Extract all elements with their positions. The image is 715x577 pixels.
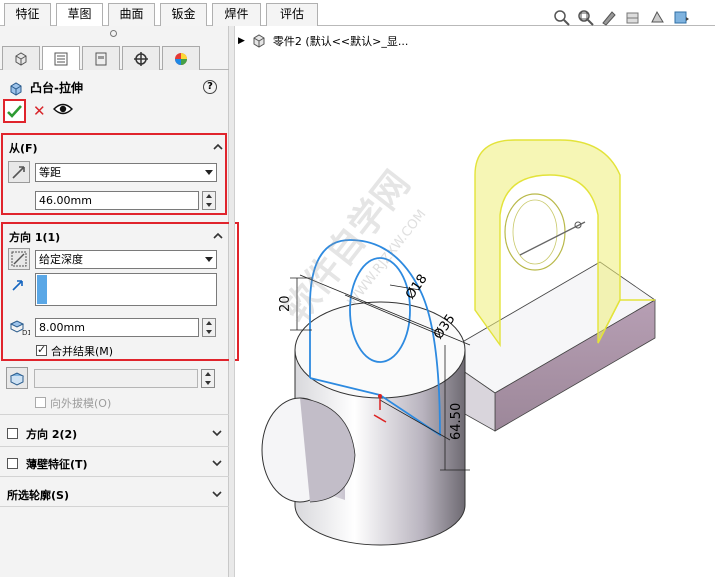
tab-feature-manager[interactable] (2, 46, 40, 70)
expand-arrow-icon[interactable]: ▶ (238, 36, 245, 46)
tab-weldments[interactable]: 焊件 (212, 3, 261, 26)
offset-value-input[interactable]: 46.00mm (35, 191, 199, 210)
view-orientation-icon[interactable] (648, 8, 667, 27)
direction2-header: 方向 2(2) (26, 428, 78, 441)
depth-icon: D1 (9, 320, 30, 336)
svg-text:D1: D1 (22, 329, 30, 336)
draft-angle-input[interactable] (34, 369, 198, 388)
tab-configuration-manager[interactable] (82, 46, 120, 70)
part-icon (253, 34, 265, 48)
property-manager-panel: 凸台-拉伸 ? ✕ 从(F) 等距 46.00mm 方向 1(1) 给定深度 D… (0, 26, 239, 577)
tab-surfaces[interactable]: 曲面 (108, 3, 155, 26)
view-toolbar (552, 8, 691, 27)
eye-icon (53, 103, 73, 115)
panel-collapse-handle[interactable] (110, 30, 117, 37)
zoom-to-fit-icon[interactable] (552, 8, 571, 27)
from-group: 从(F) 等距 46.00mm (1, 133, 227, 215)
base-plate (439, 261, 656, 432)
start-condition-select[interactable]: 等距 (35, 163, 217, 182)
appearance-icon (175, 52, 187, 65)
draft-outward-checkbox[interactable] (35, 397, 46, 408)
reverse-direction-icon[interactable] (8, 248, 30, 270)
dim-dia18[interactable]: Ø18 (403, 272, 431, 303)
depth-value-input[interactable]: 8.00mm (35, 318, 199, 337)
boss-extrude-icon (10, 81, 22, 96)
configuration-icon (95, 52, 107, 65)
tab-evaluate[interactable]: 评估 (266, 3, 318, 26)
tab-features[interactable]: 特征 (4, 3, 51, 26)
preview-button[interactable] (53, 102, 73, 119)
dim-64-50[interactable]: 64.50 (449, 403, 464, 440)
crosshair-icon (134, 51, 148, 66)
chevron-up-icon[interactable] (213, 142, 223, 152)
direction1-group: 方向 1(1) 给定深度 D1 8.00mm 合并结果(M) (1, 222, 239, 361)
tab-sketch[interactable]: 草图 (56, 3, 103, 27)
direction-selection-box[interactable] (35, 273, 217, 306)
direction-arrow-icon (12, 280, 23, 291)
thin-feature-header: 薄壁特征(T) (26, 458, 88, 471)
help-icon[interactable]: ? (203, 80, 217, 94)
panel-splitter[interactable] (229, 26, 235, 577)
tab-dimxpert[interactable] (122, 46, 160, 70)
end-condition-select[interactable]: 给定深度 (35, 250, 217, 269)
feature-tree-flyout[interactable]: ▶ 零件2 (默认<<默认>_显... (238, 33, 408, 49)
previous-view-icon[interactable] (600, 8, 619, 27)
chevron-down-icon[interactable] (212, 489, 222, 499)
display-style-icon[interactable] (672, 8, 691, 27)
merge-result-label: 合并结果(M) (51, 345, 114, 358)
selected-contours-header: 所选轮廓(S) (7, 489, 69, 502)
tab-display-manager[interactable] (162, 46, 200, 70)
property-list-icon (54, 52, 68, 65)
thin-feature-checkbox[interactable] (7, 458, 18, 469)
chevron-down-icon[interactable] (212, 458, 222, 468)
draft-angle-spinner[interactable] (201, 369, 215, 388)
tab-property-manager[interactable] (42, 46, 80, 70)
ok-button[interactable] (3, 99, 26, 123)
feature-tree-icon (15, 51, 27, 66)
chevron-down-icon[interactable] (212, 428, 222, 438)
from-group-header: 从(F) (9, 142, 38, 155)
merge-result-checkbox[interactable] (36, 343, 47, 356)
selection-indicator (37, 275, 47, 304)
tab-sheet-metal[interactable]: 钣金 (160, 3, 207, 26)
draft-outward-label: 向外拔模(O) (50, 397, 112, 410)
draft-icon[interactable] (6, 367, 28, 389)
depth-spinner[interactable] (202, 318, 216, 337)
offset-spinner[interactable] (202, 191, 216, 210)
chevron-up-icon[interactable] (213, 231, 223, 241)
section-view-icon[interactable] (624, 8, 643, 27)
start-condition-icon (8, 161, 30, 183)
zoom-area-icon[interactable] (576, 8, 595, 27)
cancel-button[interactable]: ✕ (33, 102, 46, 120)
command-manager-tabs: 特征 草图 曲面 钣金 焊件 评估 (0, 0, 715, 27)
feature-title: 凸台-拉伸 (8, 79, 83, 96)
direction2-checkbox[interactable] (7, 428, 18, 439)
panel-tabs (0, 46, 229, 70)
direction1-header: 方向 1(1) (9, 231, 61, 244)
checkmark-icon (7, 104, 22, 118)
